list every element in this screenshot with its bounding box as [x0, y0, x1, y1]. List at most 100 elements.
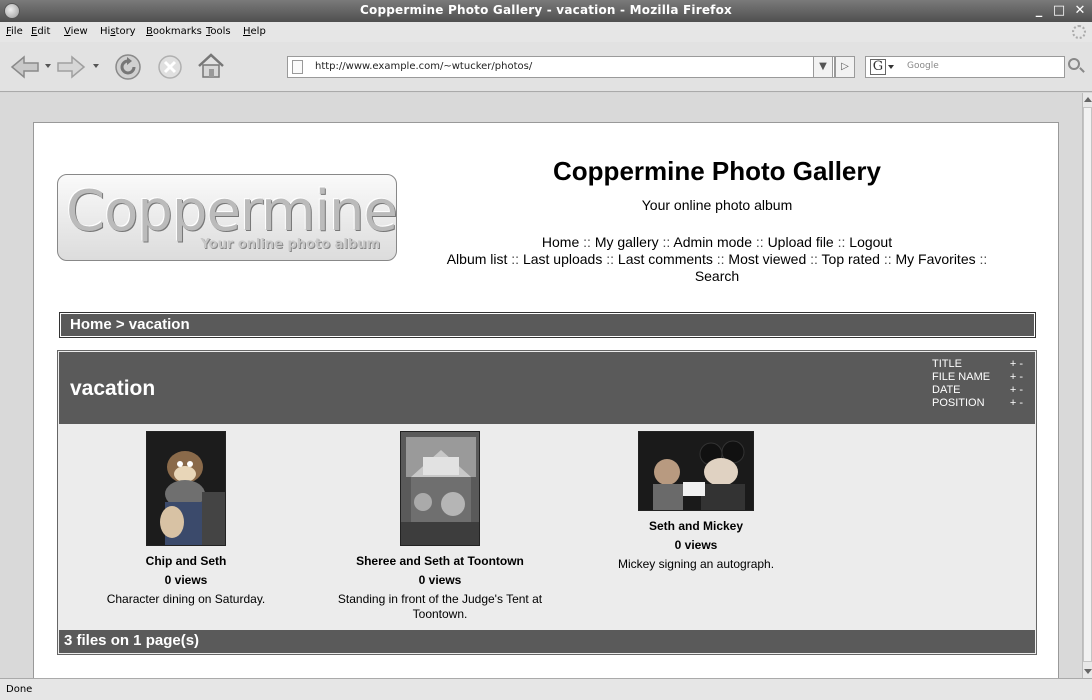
- sort-position-label: POSITION: [932, 397, 985, 409]
- menu-help[interactable]: Help: [243, 26, 266, 37]
- nav-most-viewed-link[interactable]: Most viewed: [728, 251, 806, 267]
- engine-dropdown-icon[interactable]: [888, 65, 894, 69]
- sort-title-buttons[interactable]: + -: [1010, 358, 1023, 371]
- logo-wordmark: Coppermine: [66, 179, 397, 244]
- forward-history-dropdown-icon[interactable]: [93, 64, 99, 68]
- nav-album-list-link[interactable]: Album list: [447, 251, 508, 267]
- nav-search-link[interactable]: Search: [695, 268, 739, 284]
- menu-bookmarks[interactable]: Bookmarks: [146, 26, 202, 37]
- nav-logout-link[interactable]: Logout: [849, 234, 892, 250]
- nav-last-comments-link[interactable]: Last comments: [618, 251, 713, 267]
- window-titlebar: Coppermine Photo Gallery - vacation - Mo…: [0, 0, 1092, 22]
- nav-row-2: Album list :: Last uploads :: Last comme…: [404, 251, 1030, 268]
- menu-tools[interactable]: Tools: [206, 26, 231, 37]
- search-box[interactable]: G Google: [865, 56, 1065, 78]
- sort-file-name: FILE NAME + -: [932, 371, 1027, 384]
- site-title: Coppermine Photo Gallery: [553, 156, 881, 186]
- nav-upload-file-link[interactable]: Upload file: [768, 234, 834, 250]
- nav-admin-mode-link[interactable]: Admin mode: [673, 234, 752, 250]
- page-icon: [292, 60, 303, 74]
- scrollbar-thumb[interactable]: [1083, 107, 1092, 662]
- menu-history[interactable]: History: [100, 26, 136, 37]
- sort-file-name-buttons[interactable]: + -: [1010, 371, 1023, 384]
- sort-title-label: TITLE: [932, 358, 962, 370]
- nav-top-rated-link[interactable]: Top rated: [822, 251, 880, 267]
- stop-icon[interactable]: [156, 53, 184, 81]
- throbber-icon: [1072, 25, 1086, 39]
- nav-separator: ::: [662, 234, 674, 250]
- gallery-page: Coppermine Your online photo album Coppe…: [33, 122, 1059, 678]
- vertical-scrollbar[interactable]: [1082, 93, 1092, 678]
- breadcrumb[interactable]: Home > vacation: [59, 312, 1036, 338]
- album-header: vacation TITLE + - FILE NAME + - DATE + - P…: [59, 352, 1035, 424]
- nav-separator: ::: [979, 251, 988, 267]
- photo-title[interactable]: Seth and Mickey: [591, 519, 801, 533]
- nav-separator: ::: [883, 251, 896, 267]
- nav-home-link[interactable]: Home: [542, 234, 579, 250]
- sort-position-buttons[interactable]: + -: [1010, 397, 1023, 410]
- nav-separator: ::: [837, 234, 850, 250]
- url-bar[interactable]: http://www.example.com/~wtucker/photos/: [287, 56, 835, 78]
- window-title: Coppermine Photo Gallery - vacation - Mo…: [360, 3, 732, 17]
- logo-tagline: Your online photo album: [200, 237, 380, 252]
- back-history-dropdown-icon[interactable]: [45, 64, 51, 68]
- album-panel: vacation TITLE + - FILE NAME + - DATE + - P…: [57, 350, 1037, 655]
- photo-title[interactable]: Chip and Seth: [81, 554, 291, 568]
- google-engine-icon[interactable]: G: [870, 59, 886, 75]
- photo-title[interactable]: Sheree and Seth at Toontown: [320, 554, 560, 568]
- photo-description: Standing in front of the Judge's Tent at…: [337, 592, 543, 621]
- nav-separator: ::: [755, 234, 768, 250]
- url-history-dropdown-icon[interactable]: ▼: [813, 56, 833, 78]
- sort-file-name-label: FILE NAME: [932, 371, 991, 383]
- photo-image[interactable]: [400, 431, 480, 546]
- menu-bar: File Edit View History Bookmarks Tools H…: [0, 22, 1092, 42]
- maximize-icon[interactable]: □: [1050, 2, 1068, 20]
- nav-separator: ::: [606, 251, 618, 267]
- forward-icon[interactable]: [56, 55, 86, 79]
- photo-views: 0 views: [418, 573, 462, 587]
- minimize-icon[interactable]: _: [1030, 2, 1048, 20]
- nav-separator: ::: [583, 234, 595, 250]
- status-text: Done: [6, 684, 33, 695]
- sort-date-buttons[interactable]: + -: [1010, 384, 1023, 397]
- top-navigation: Home :: My gallery :: Admin mode :: Uplo…: [404, 234, 1030, 285]
- photo-views: 0 views: [164, 573, 208, 587]
- nav-separator: ::: [716, 251, 729, 267]
- sort-title: TITLE + -: [932, 358, 1027, 371]
- photo-image[interactable]: [638, 431, 754, 511]
- back-icon[interactable]: [10, 55, 40, 79]
- photo-description: Mickey signing an autograph.: [617, 557, 775, 571]
- photo-description: Character dining on Saturday.: [106, 592, 266, 606]
- scroll-down-icon[interactable]: [1084, 669, 1092, 674]
- photo-views: 0 views: [674, 538, 718, 552]
- reload-icon[interactable]: [113, 52, 143, 82]
- menu-file[interactable]: File: [6, 26, 23, 37]
- url-text[interactable]: http://www.example.com/~wtucker/photos/: [315, 61, 532, 72]
- navigation-toolbar: http://www.example.com/~wtucker/photos/ …: [0, 42, 1092, 92]
- nav-my-favorites-link[interactable]: My Favorites: [895, 251, 975, 267]
- nav-last-uploads-link[interactable]: Last uploads: [523, 251, 602, 267]
- menu-view[interactable]: View: [64, 26, 88, 37]
- go-icon[interactable]: ▷: [835, 56, 855, 78]
- photo-image[interactable]: [146, 431, 226, 546]
- scroll-up-icon[interactable]: [1084, 97, 1092, 102]
- album-footer: 3 files on 1 page(s): [59, 630, 1035, 653]
- album-title: vacation: [70, 377, 156, 400]
- home-icon[interactable]: [196, 51, 226, 81]
- nav-row-1: Home :: My gallery :: Admin mode :: Uplo…: [404, 234, 1030, 251]
- nav-row-3: Search: [404, 268, 1030, 285]
- search-icon[interactable]: [1068, 58, 1080, 70]
- nav-separator: ::: [810, 251, 822, 267]
- status-bar: Done: [0, 678, 1092, 700]
- photo-thumbnail: Seth and Mickey 0 views Mickey signing a…: [591, 431, 801, 572]
- site-description: Your online photo album: [641, 197, 793, 213]
- coppermine-logo[interactable]: Coppermine Your online photo album: [57, 174, 397, 261]
- nav-separator: ::: [511, 251, 523, 267]
- browser-viewport: Coppermine Your online photo album Coppe…: [0, 93, 1082, 678]
- close-icon[interactable]: ✕: [1071, 2, 1089, 20]
- menu-edit[interactable]: Edit: [31, 26, 50, 37]
- search-placeholder[interactable]: Google: [907, 61, 939, 71]
- nav-my-gallery-link[interactable]: My gallery: [595, 234, 659, 250]
- sort-controls: TITLE + - FILE NAME + - DATE + - POSITION + …: [932, 358, 1027, 410]
- sort-date-label: DATE: [932, 384, 961, 396]
